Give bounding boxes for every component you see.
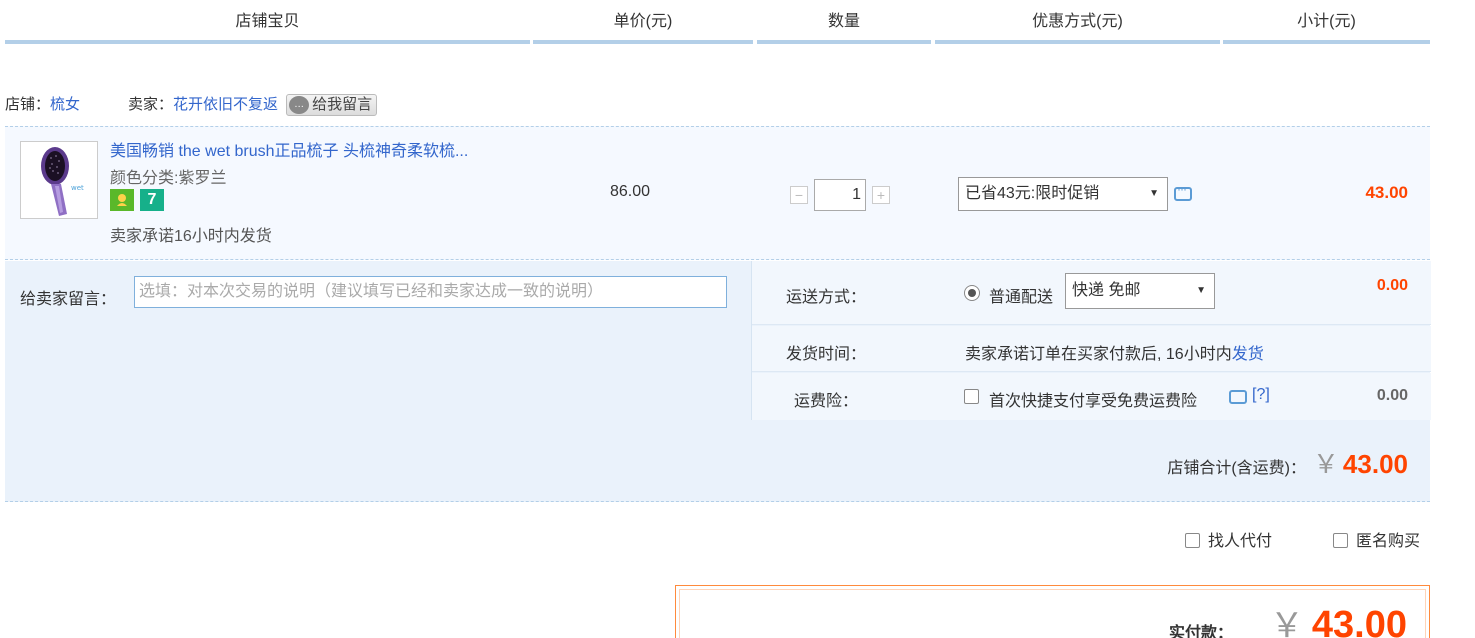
hairbrush-image[interactable]: wet bbox=[20, 141, 98, 219]
quantity-input[interactable]: 1 bbox=[814, 179, 866, 211]
actual-payment-label: 实付款： bbox=[1168, 625, 1233, 638]
delivery-time-label: 发货时间： bbox=[785, 346, 866, 363]
promotion-selected-value: 已省43元:限时促销 bbox=[965, 185, 1100, 202]
shipping-insurance-label: 运费险： bbox=[793, 393, 858, 410]
column-header-discount: 优惠方式(元) bbox=[935, 0, 1220, 44]
dropdown-arrow-icon: ▼ bbox=[1196, 285, 1206, 296]
shipping-method-row: 运送方式： 普通配送 快递 免邮 ▼ 0.00 bbox=[752, 261, 1431, 325]
message-and-shipping-section: 给卖家留言： 选填：对本次交易的说明（建议填写已经和卖家达成一致的说明） 运送方… bbox=[5, 261, 1431, 420]
insurance-help-link[interactable]: [?] bbox=[1252, 386, 1270, 404]
promotion-select[interactable]: 已省43元:限时促销 ▼ bbox=[958, 177, 1168, 211]
anonymous-purchase-checkbox[interactable] bbox=[1333, 533, 1348, 548]
item-sku: 颜色分类:紫罗兰 bbox=[110, 170, 227, 187]
payment-summary-box: 实付款： ￥ 43.00 bbox=[675, 585, 1430, 638]
currency-symbol: ￥ bbox=[1269, 607, 1304, 638]
item-subtotal: 43.00 bbox=[1365, 183, 1408, 202]
message-seller-button[interactable]: … 给我留言 bbox=[286, 94, 378, 116]
shipping-insurance-text: 首次快捷支付享受免费运费险 bbox=[989, 393, 1198, 410]
delivery-link[interactable]: 发货 bbox=[1232, 346, 1264, 363]
actual-payment-value: 43.00 bbox=[1311, 604, 1407, 638]
delivery-time-text: 卖家承诺订单在买家付款后, 16小时内发货 bbox=[965, 340, 1264, 364]
shop-label: 店铺： bbox=[5, 96, 51, 113]
anonymous-purchase-label: 匿名购买 bbox=[1356, 533, 1421, 550]
service-badges: 7 bbox=[110, 189, 164, 211]
quantity-minus-button[interactable]: − bbox=[790, 186, 808, 204]
anonymous-purchase-option[interactable]: 匿名购买 bbox=[1333, 527, 1420, 551]
normal-delivery-radio[interactable] bbox=[964, 285, 980, 301]
column-header-item: 店铺宝贝 bbox=[5, 0, 530, 44]
shop-total-section: 店铺合计(含运费)： ￥ 43.00 bbox=[5, 420, 1430, 502]
proxy-pay-checkbox[interactable] bbox=[1185, 533, 1200, 548]
shipping-insurance-checkbox[interactable] bbox=[964, 389, 979, 404]
delivery-time-row: 发货时间： 卖家承诺订单在买家付款后, 16小时内发货 bbox=[752, 326, 1431, 372]
shop-total-value: 43.00 bbox=[1342, 449, 1408, 479]
column-header-price: 单价(元) bbox=[533, 0, 753, 44]
carrier-selected-value: 快递 免邮 bbox=[1072, 282, 1141, 299]
carrier-select[interactable]: 快递 免邮 ▼ bbox=[1065, 273, 1215, 309]
insurance-fee: 0.00 bbox=[1376, 387, 1408, 404]
quantity-plus-button[interactable]: + bbox=[872, 186, 890, 204]
seven-day-return-icon[interactable]: 7 bbox=[140, 189, 164, 211]
seller-name-link[interactable]: 花开依旧不复返 bbox=[173, 92, 278, 118]
svg-text:wet: wet bbox=[71, 184, 84, 192]
proxy-pay-label: 找人代付 bbox=[1208, 533, 1273, 550]
shop-name-link[interactable]: 梳女 bbox=[50, 92, 80, 118]
column-header-quantity: 数量 bbox=[757, 0, 931, 44]
normal-delivery-label: 普通配送 bbox=[989, 289, 1054, 306]
message-input[interactable]: 选填：对本次交易的说明（建议填写已经和卖家达成一致的说明） bbox=[134, 276, 727, 308]
proxy-pay-option[interactable]: 找人代付 bbox=[1185, 527, 1272, 551]
dropdown-arrow-icon: ▼ bbox=[1149, 188, 1159, 199]
unit-price: 86.00 bbox=[609, 183, 651, 200]
chat-bubble-icon: … bbox=[289, 96, 310, 114]
shipping-insurance-row: 运费险： 首次快捷支付享受免费运费险 [?] 0.00 bbox=[752, 373, 1431, 420]
message-label: 给卖家留言： bbox=[20, 291, 117, 308]
insurance-info-icon[interactable] bbox=[1229, 390, 1247, 404]
shipping-panel: 运送方式： 普通配送 快递 免邮 ▼ 0.00 发货时间： 卖家承诺订单在买家付… bbox=[751, 261, 1431, 420]
shop-total-label: 店铺合计(含运费)： bbox=[1167, 460, 1306, 477]
shop-info-line: 店铺： 梳女 卖家： 花开依旧不复返 … 给我留言 bbox=[5, 92, 378, 118]
shipping-fee: 0.00 bbox=[1376, 277, 1408, 294]
column-header-subtotal: 小计(元) bbox=[1223, 0, 1430, 44]
message-seller-label: 给我留言 bbox=[312, 96, 373, 113]
guarantee-icon[interactable] bbox=[110, 189, 134, 211]
seller-label: 卖家： bbox=[128, 96, 174, 113]
promotion-info-icon[interactable] bbox=[1174, 182, 1192, 201]
currency-symbol: ￥ bbox=[1312, 449, 1339, 479]
delivery-promise: 卖家承诺16小时内发货 bbox=[110, 228, 272, 245]
delivery-time-description: 卖家承诺订单在买家付款后, 16小时内 bbox=[965, 346, 1232, 363]
cart-item-row: wet 美国畅销 the wet brush正品梳子 头梳神奇柔软梳... 颜色… bbox=[5, 126, 1430, 260]
item-title-link[interactable]: 美国畅销 the wet brush正品梳子 头梳神奇柔软梳... bbox=[110, 137, 468, 161]
shop-total-amount: ￥ 43.00 bbox=[1313, 444, 1408, 481]
shipping-method-label: 运送方式： bbox=[785, 289, 866, 306]
quantity-stepper: − 1 + bbox=[790, 179, 890, 211]
actual-payment-amount: ￥ 43.00 bbox=[1270, 598, 1407, 638]
